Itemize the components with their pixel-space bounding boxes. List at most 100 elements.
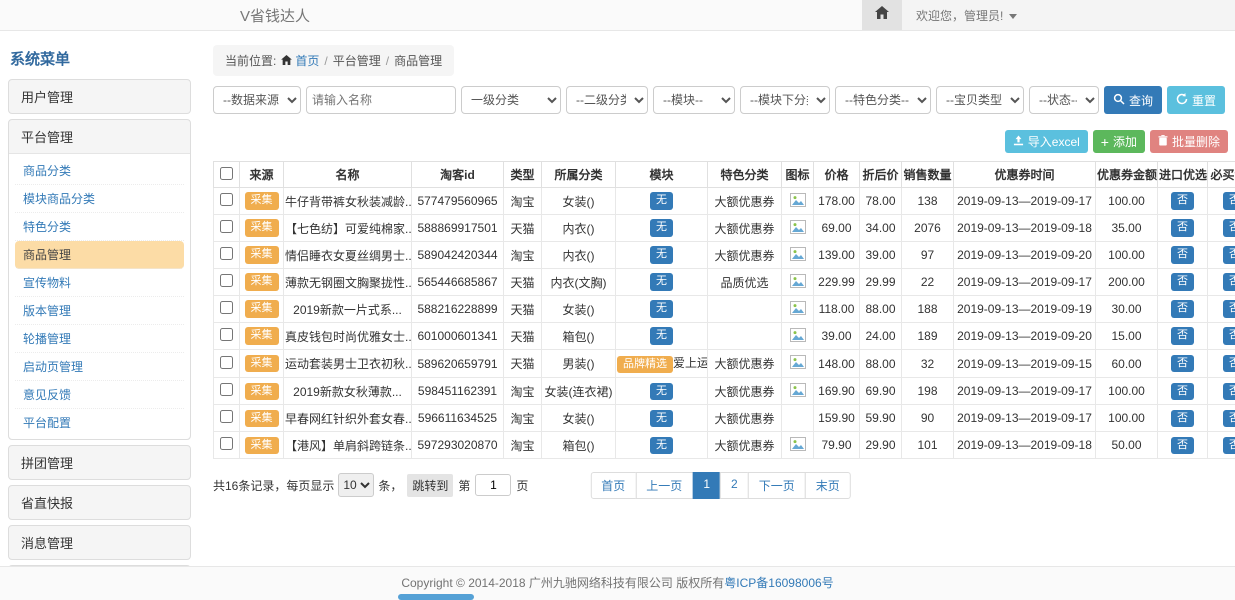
module-cell: 品牌精选爱上运动	[616, 350, 708, 378]
product-thumbnail	[790, 250, 806, 264]
batch-delete-button[interactable]: 批量删除	[1150, 130, 1228, 153]
per-page-select[interactable]: 10	[338, 473, 374, 497]
taoke-id: 601000601341	[412, 323, 504, 350]
add-button[interactable]: + 添加	[1093, 130, 1145, 153]
sidebar-subitem[interactable]: 意见反馈	[15, 381, 184, 409]
sidebar-subitem[interactable]: 启动页管理	[15, 353, 184, 381]
module-badge: 无	[650, 383, 673, 400]
row-checkbox[interactable]	[220, 247, 233, 260]
filter-select-level1[interactable]: 一级分类	[461, 86, 561, 114]
row-checkbox[interactable]	[220, 437, 233, 450]
product-name: 2019新款一片式系...	[284, 296, 412, 323]
sidebar-subitem[interactable]: 版本管理	[15, 297, 184, 325]
product-thumbnail	[790, 196, 806, 210]
search-button[interactable]: 查询	[1104, 86, 1162, 114]
import-select-badge: 否	[1171, 246, 1194, 263]
discount-price: 78.00	[860, 188, 902, 215]
filter-select-feature[interactable]: --特色分类--	[835, 86, 931, 114]
home-icon	[875, 6, 889, 24]
pager-button[interactable]: 下一页	[748, 472, 806, 499]
pager-button[interactable]: 末页	[805, 472, 851, 499]
filter-select-status[interactable]: --状态--	[1029, 86, 1099, 114]
source-badge: 采集	[245, 327, 279, 344]
module-badge: 品牌精选	[617, 356, 673, 373]
sidebar-sections: 用户管理 平台管理 商品分类模块商品分类特色分类商品管理宣传物料版本管理轮播管理…	[8, 79, 191, 600]
taoke-id: 565446685867	[412, 269, 504, 296]
sidebar-section-header[interactable]: 省直快报	[9, 486, 190, 519]
column-header: 进口优选	[1158, 162, 1208, 188]
sidebar-subitem[interactable]: 轮播管理	[15, 325, 184, 353]
import-select-badge: 否	[1171, 327, 1194, 344]
filter-select-module[interactable]: --模块--	[653, 86, 735, 114]
import-excel-button[interactable]: 导入excel	[1005, 130, 1088, 153]
user-menu[interactable]: 欢迎您，管理员!	[902, 0, 1031, 30]
column-header: 特色分类	[708, 162, 782, 188]
row-checkbox[interactable]	[220, 193, 233, 206]
filter-select-item-type[interactable]: --宝贝类型--	[936, 86, 1024, 114]
product-name: 【港风】单肩斜跨链条...	[284, 432, 412, 459]
sidebar-subitem[interactable]: 特色分类	[15, 213, 184, 241]
pager-button[interactable]: 首页	[590, 472, 636, 499]
pager-button[interactable]: 1	[692, 472, 721, 499]
pager-button[interactable]: 2	[720, 472, 749, 499]
sidebar-subitem[interactable]: 商品管理	[15, 241, 184, 269]
import-select-badge: 否	[1171, 410, 1194, 427]
sidebar-subitem[interactable]: 宣传物料	[15, 269, 184, 297]
sidebar-section-4: 消息管理	[8, 525, 191, 560]
sidebar-subitem[interactable]: 商品分类	[15, 157, 184, 185]
taoke-id: 589042420344	[412, 242, 504, 269]
feature-category	[708, 323, 782, 350]
row-checkbox[interactable]	[220, 410, 233, 423]
reset-button[interactable]: 重置	[1167, 86, 1225, 114]
product-name: 运动套装男士卫衣初秋...	[284, 350, 412, 378]
welcome-text: 欢迎您，管理员!	[916, 7, 1003, 24]
row-checkbox[interactable]	[220, 356, 233, 369]
category: 女装()	[542, 405, 616, 432]
coupon-amount: 100.00	[1096, 405, 1158, 432]
filter-input-name[interactable]	[306, 86, 456, 114]
breadcrumb-home-link[interactable]: 首页	[281, 52, 319, 69]
home-button[interactable]	[862, 0, 902, 30]
coupon-time: 2019-09-13—2019-09-19	[954, 296, 1096, 323]
pager: 首页上一页12下一页末页	[590, 472, 850, 499]
coupon-time: 2019-09-13—2019-09-18	[954, 432, 1096, 459]
module-cell: 无	[616, 188, 708, 215]
sales-count: 189	[902, 323, 954, 350]
row-checkbox[interactable]	[220, 383, 233, 396]
icp-link[interactable]: 粤ICP备16098006号	[724, 576, 833, 590]
page-number-input[interactable]	[475, 474, 511, 496]
pager-button[interactable]: 上一页	[635, 472, 693, 499]
sales-count: 198	[902, 378, 954, 405]
row-checkbox[interactable]	[220, 274, 233, 287]
coupon-amount: 60.00	[1096, 350, 1158, 378]
row-checkbox[interactable]	[220, 220, 233, 233]
row-checkbox[interactable]	[220, 301, 233, 314]
sidebar-section-0: 用户管理	[8, 79, 191, 114]
jump-prefix: 第	[458, 477, 470, 494]
sidebar-section-header[interactable]: 拼团管理	[9, 446, 190, 479]
select-all-checkbox[interactable]	[220, 167, 233, 180]
sidebar-section-header[interactable]: 用户管理	[9, 80, 190, 113]
row-checkbox[interactable]	[220, 328, 233, 341]
filter-select-module-sub[interactable]: --模块下分类--	[740, 86, 830, 114]
column-header: 所属分类	[542, 162, 616, 188]
jump-suffix: 页	[516, 477, 528, 494]
coupon-time: 2019-09-13—2019-09-15	[954, 350, 1096, 378]
records-summary: 共16条记录，每页显示	[213, 477, 334, 494]
sidebar-section-header[interactable]: 消息管理	[9, 526, 190, 559]
price: 69.00	[814, 215, 860, 242]
breadcrumb: 当前位置: 首页 / 平台管理 / 商品管理	[213, 45, 454, 76]
filter-select-level2[interactable]: --二级分类--	[566, 86, 648, 114]
main-content: 当前位置: 首页 / 平台管理 / 商品管理 --数据来源-- 一级分类--二级分…	[213, 31, 1228, 499]
filter-select-data-source[interactable]: --数据来源--	[213, 86, 301, 114]
platform-type: 淘宝	[504, 378, 542, 405]
taoke-id: 596611634525	[412, 405, 504, 432]
jump-to-button[interactable]: 跳转到	[407, 474, 453, 497]
column-header: 来源	[240, 162, 284, 188]
column-header: 优惠券金额	[1096, 162, 1158, 188]
horizontal-scrollbar-thumb[interactable]	[398, 594, 474, 600]
sidebar-subitem[interactable]: 模块商品分类	[15, 185, 184, 213]
sidebar-section-header[interactable]: 平台管理	[9, 120, 190, 154]
coupon-time: 2019-09-13—2019-09-18	[954, 215, 1096, 242]
sidebar-subitem[interactable]: 平台配置	[15, 409, 184, 436]
